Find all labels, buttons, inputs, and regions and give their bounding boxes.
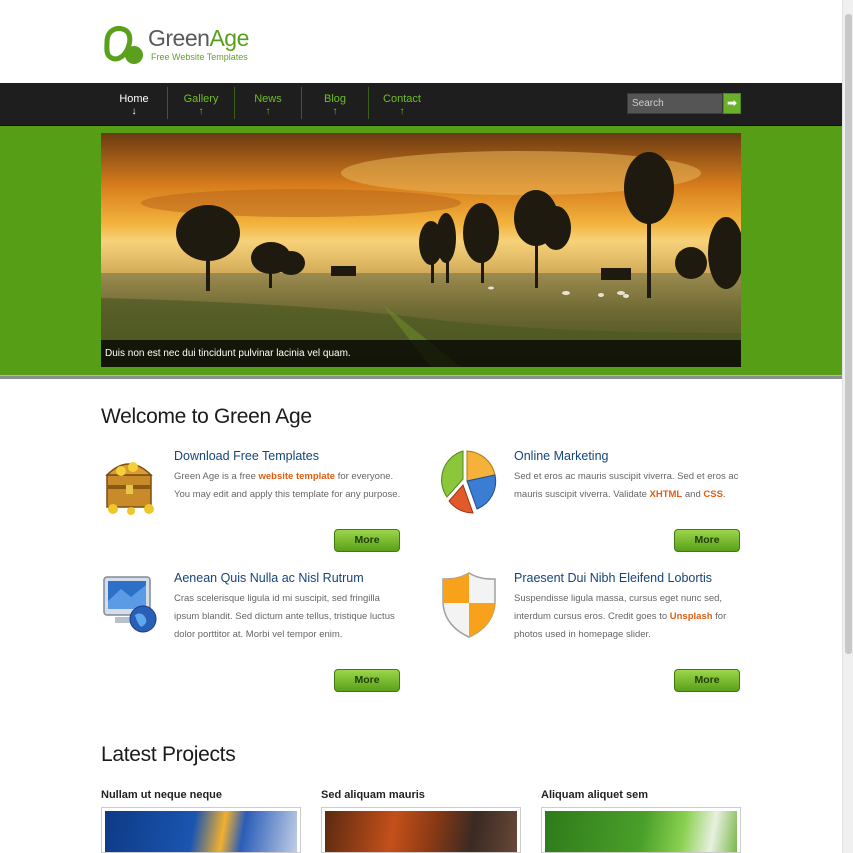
vertical-scrollbar[interactable] [842,0,853,853]
feature-aenean-quis: Aenean Quis Nulla ac Nisl Rutrum Cras sc… [101,571,401,671]
feature-title[interactable]: Praesent Dui Nibh Eleifend Lobortis [514,571,712,585]
feature-text: Cras scelerisque ligula id mi suscipit, … [174,593,395,640]
welcome-title: Welcome to Green Age [101,405,312,428]
feature-praesent-dui: Praesent Dui Nibh Eleifend Lobortis Susp… [441,571,741,671]
feature-text: Sed et eros ac mauris suscipit viverra. … [514,468,744,504]
nav-item-contact[interactable]: Contact ↑ [369,83,435,126]
feature-text-part: . [722,489,726,500]
nav-item-blog[interactable]: Blog ↑ [302,83,368,126]
arrow-up-icon: ↑ [198,106,204,117]
arrow-down-icon: ↓ [131,106,137,117]
search-input[interactable] [627,93,723,114]
feature-text-part: Green Age is a free [174,471,259,482]
computer-globe-icon [101,571,159,641]
more-button[interactable]: More [674,529,740,552]
feature-title[interactable]: Aenean Quis Nulla ac Nisl Rutrum [174,571,364,585]
feature-title[interactable]: Download Free Templates [174,449,319,463]
nav-item-label: Home [119,93,149,105]
project-title[interactable]: Aliquam aliquet sem [541,789,648,801]
hero-divider [0,375,842,379]
logo-title-part1: Green [148,25,210,51]
logo[interactable]: GreenAge Free Website Templates [101,22,249,66]
logo-title: GreenAge [148,26,249,50]
css-link[interactable]: CSS [703,489,723,500]
more-button[interactable]: More [334,529,400,552]
pie-chart-icon [441,449,499,519]
more-button[interactable]: More [334,669,400,692]
nav-item-label: Contact [383,93,421,105]
website-template-link[interactable]: website template [259,471,336,482]
logo-subtitle: Free Website Templates [151,52,248,62]
projects-title: Latest Projects [101,743,236,766]
header: GreenAge Free Website Templates [0,0,842,83]
slider-caption: Duis non est nec dui tincidunt pulvinar … [101,340,741,367]
treasure-chest-icon [101,449,159,519]
shield-icon [441,571,499,641]
arrow-up-icon: ↑ [265,106,271,117]
project-thumbnail[interactable] [321,807,521,853]
more-button[interactable]: More [674,669,740,692]
logo-title-part2: Age [209,25,249,51]
feature-text: Green Age is a free website template for… [174,468,404,504]
nav-item-label: Gallery [183,93,219,105]
feature-text-part: and [682,489,704,500]
project-thumbnail[interactable] [541,807,741,853]
homepage-slider[interactable]: Duis non est nec dui tincidunt pulvinar … [101,133,741,367]
arrow-up-icon: ↑ [332,106,338,117]
scrollbar-thumb[interactable] [845,14,852,654]
landscape-sunset-image [101,133,741,367]
nav-item-label: News [254,93,282,105]
feature-text: Suspendisse ligula massa, cursus eget nu… [514,590,744,644]
unsplash-link[interactable]: Unsplash [670,611,713,622]
nav-item-news[interactable]: News ↑ [235,83,301,126]
nav-item-label: Blog [323,93,347,105]
arrow-up-icon: ↑ [399,106,405,117]
xhtml-link[interactable]: XHTML [650,489,683,500]
nav-item-gallery[interactable]: Gallery ↑ [168,83,234,126]
project-title[interactable]: Sed aliquam mauris [321,789,425,801]
leaf-logo-icon [104,26,143,64]
feature-title[interactable]: Online Marketing [514,449,609,463]
project-thumbnail[interactable] [101,807,301,853]
search-submit-button[interactable]: ➡ [723,93,741,114]
nav-item-home[interactable]: Home ↓ [101,83,167,126]
project-title[interactable]: Nullam ut neque neque [101,789,222,801]
